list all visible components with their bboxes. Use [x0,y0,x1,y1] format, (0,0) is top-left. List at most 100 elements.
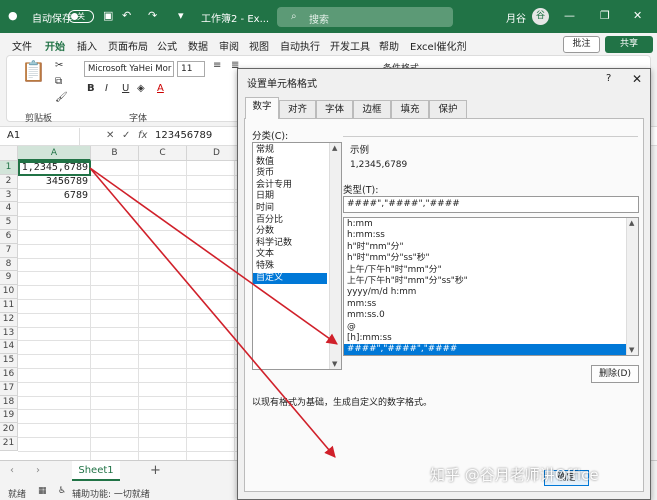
customize-icon[interactable]: ▾ [178,9,184,22]
row-header[interactable]: 13 [0,326,18,341]
row-header[interactable]: 19 [0,409,18,424]
undo-icon[interactable]: ↶ [122,9,131,22]
column-header[interactable]: C [139,146,187,161]
accessibility-icon[interactable]: ♿ [58,486,66,496]
row-header[interactable]: 16 [0,368,18,382]
row-header[interactable]: 8 [0,257,18,272]
dialog-tab-number[interactable]: 数字 [245,97,279,119]
type-item[interactable]: ####","####","#### [344,344,627,355]
type-item[interactable]: mm:ss.0 [344,310,627,321]
dialog-tab-protection[interactable]: 保护 [429,100,467,118]
row-header[interactable]: 20 [0,423,18,437]
type-item[interactable]: h:mm [344,219,627,230]
row-header[interactable]: 12 [0,312,18,327]
add-sheet-button[interactable]: + [150,463,161,478]
type-item[interactable]: @ [344,322,627,333]
category-item[interactable]: 科学记数 [253,238,327,250]
align-left-icon[interactable]: ≡ [213,60,221,71]
row-header[interactable]: 10 [0,285,18,299]
scroll-up-icon[interactable]: ▲ [332,144,337,152]
scroll-left-icon[interactable]: ‹ [10,465,14,476]
type-item[interactable]: mm:ss [344,299,627,310]
row-header[interactable]: 18 [0,395,18,410]
close-icon[interactable]: ✕ [633,9,642,22]
function-icon[interactable]: fx [138,130,147,141]
format-painter-icon[interactable]: 🖌 [55,92,68,103]
type-item[interactable]: h"时"mm"分"ss"秒" [344,253,627,264]
column-header[interactable]: A [18,146,91,161]
category-item[interactable]: 时间 [253,203,327,215]
row-header[interactable]: 11 [0,299,18,313]
worksheet-grid[interactable]: A B C D 1 2 3 4 5 6 7 8 9 10 11 12 13 14 15 16 17 18 19 20 2… [0,146,247,460]
row-header[interactable]: 5 [0,216,18,230]
type-scrollbar[interactable]: ▲ ▼ [626,218,638,355]
accessibility-status[interactable]: 辅助功能: 一切就绪 [72,487,150,500]
row-header[interactable]: 15 [0,354,18,368]
category-item[interactable]: 会计专用 [253,180,327,192]
row-header[interactable]: 7 [0,243,18,258]
cut-icon[interactable]: ✂ [55,60,63,71]
dialog-tab-alignment[interactable]: 对齐 [279,100,316,118]
macro-icon[interactable]: ▦ [38,486,47,496]
restore-icon[interactable]: ❐ [600,9,610,22]
tab-formulas[interactable]: 公式 [157,38,177,53]
cancel-icon[interactable]: ✕ [106,130,114,141]
tab-review[interactable]: 审阅 [219,38,239,53]
cell-a3[interactable]: 6789 [19,190,89,201]
category-item[interactable]: 日期 [253,191,327,203]
category-item[interactable]: 分数 [253,226,327,238]
share-button[interactable]: 共享 [605,36,653,53]
tab-automate[interactable]: 自动执行 [280,38,320,53]
row-header[interactable]: 9 [0,271,18,286]
category-item[interactable]: 百分比 [253,215,327,227]
select-all-corner[interactable] [0,146,18,161]
delete-button[interactable]: 删除(D) [591,365,639,383]
name-box[interactable]: A1 [2,128,80,145]
category-item[interactable]: 常规 [253,145,327,157]
dialog-tab-font[interactable]: 字体 [316,100,353,118]
sheet-tab-sheet1[interactable]: Sheet1 [72,461,120,481]
tab-page-layout[interactable]: 页面布局 [108,38,148,53]
copy-icon[interactable]: ⧉ [55,76,62,87]
italic-button[interactable]: I [105,83,108,94]
row-header[interactable]: 2 [0,174,18,189]
underline-button[interactable]: U [122,83,129,94]
row-header[interactable]: 1 [0,161,18,175]
tab-insert[interactable]: 插入 [77,38,97,53]
type-input[interactable]: ####","####","#### [343,196,639,213]
tab-home[interactable]: 开始 [45,38,65,57]
category-scrollbar[interactable]: ▲ ▼ [329,143,341,369]
scroll-down-icon[interactable]: ▼ [332,360,337,368]
scroll-right-icon[interactable]: › [36,465,40,476]
type-item[interactable]: [h]:mm:ss [344,333,627,344]
category-item[interactable]: 数值 [253,157,327,169]
paste-icon[interactable]: 📋 [21,59,46,83]
type-item[interactable]: h:mm:ss [344,230,627,241]
type-item[interactable]: 上午/下午h"时"mm"分"ss"秒" [344,276,627,287]
fill-color-icon[interactable]: ◈ [137,83,145,94]
category-item[interactable]: 特殊 [253,261,327,273]
comment-button[interactable]: 批注 [563,36,600,53]
confirm-icon[interactable]: ✓ [122,130,130,141]
type-item[interactable]: h"时"mm"分" [344,242,627,253]
font-size-box[interactable]: 11 [177,61,205,77]
tab-excel-catalyst[interactable]: Excel催化剂 [410,38,467,53]
redo-icon[interactable]: ↷ [148,9,157,22]
category-item[interactable]: 货币 [253,168,327,180]
row-header[interactable]: 3 [0,188,18,203]
row-header[interactable]: 17 [0,381,18,396]
dialog-tab-border[interactable]: 边框 [353,100,391,118]
row-header[interactable]: 14 [0,340,18,355]
scroll-down-icon[interactable]: ▼ [629,346,634,354]
type-item[interactable]: yyyy/m/d h:mm [344,287,627,298]
font-color-button[interactable]: A [157,83,164,94]
row-header[interactable]: 21 [0,437,18,451]
bold-button[interactable]: B [87,83,95,94]
formula-input[interactable]: 123456789 [155,130,212,141]
tab-view[interactable]: 视图 [249,38,269,53]
tab-file[interactable]: 文件 [12,38,32,53]
save-icon[interactable]: ▣ [103,9,113,22]
tab-developer[interactable]: 开发工具 [330,38,370,53]
help-button[interactable]: ? [606,73,611,84]
column-header[interactable]: B [91,146,139,161]
